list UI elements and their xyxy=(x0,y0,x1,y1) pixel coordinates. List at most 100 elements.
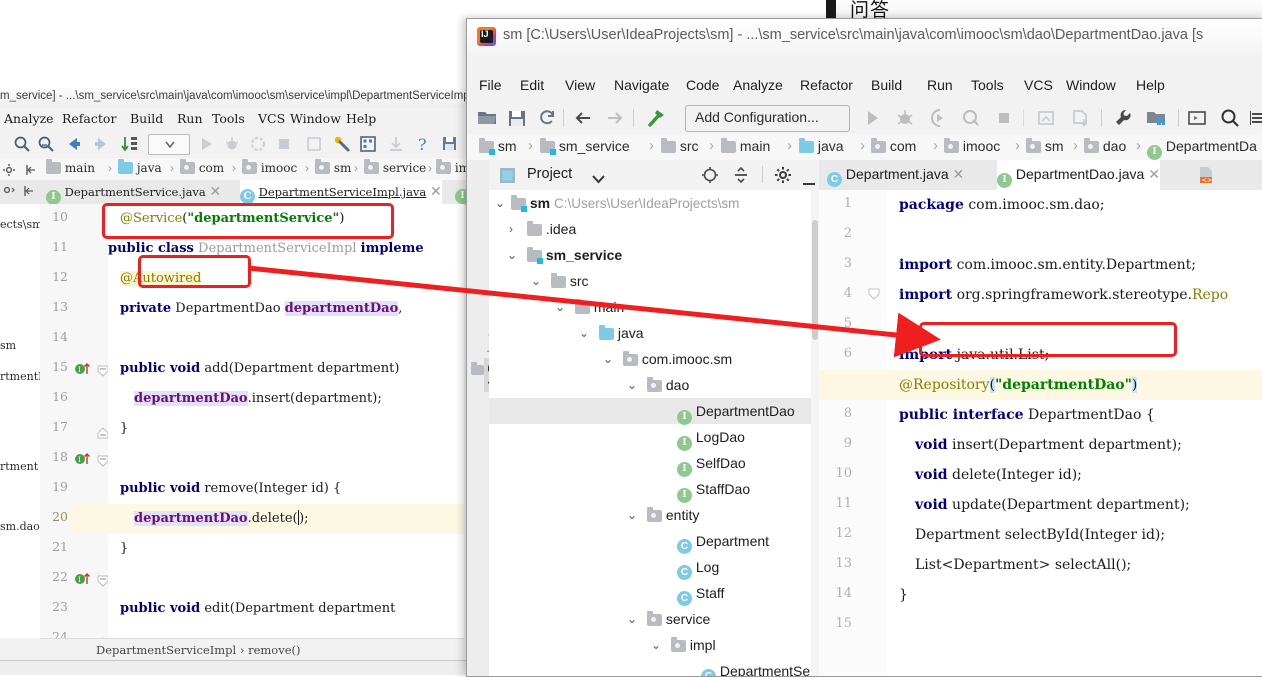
menu-window[interactable]: Window xyxy=(1066,77,1116,93)
menu-help[interactable]: Help xyxy=(1136,77,1165,93)
project-structure-icon[interactable] xyxy=(358,134,378,154)
tree-node-main[interactable]: ⌄ main xyxy=(555,294,624,320)
sync-icon[interactable] xyxy=(536,107,558,134)
fg-breadcrumb-main[interactable]: main xyxy=(721,138,770,154)
fg-code-line-6[interactable]: import java.util.List; xyxy=(899,340,1049,370)
fg-breadcrumb-dao[interactable]: dao xyxy=(1084,138,1126,154)
background-status-bar[interactable]: DepartmentServiceImpl › remove() xyxy=(40,638,464,661)
chevron-right-icon[interactable]: › xyxy=(509,216,513,242)
run-config-dropdown[interactable] xyxy=(148,134,190,155)
tree-node-service[interactable]: ⌄ service xyxy=(627,606,710,632)
fg-breadcrumb-imooc[interactable]: imooc xyxy=(944,138,1000,154)
project-panel-header[interactable]: Project xyxy=(489,160,819,191)
menu-analyze[interactable]: Analyze xyxy=(4,111,54,126)
fg-code-line-7[interactable]: @Repository("departmentDao") xyxy=(899,370,1138,400)
chevron-down-icon[interactable]: ⌄ xyxy=(579,320,589,346)
breadcrumb-java[interactable]: java xyxy=(118,159,162,175)
chevron-down-icon[interactable]: ⌄ xyxy=(507,242,517,268)
menu-view[interactable]: View xyxy=(565,77,595,93)
tree-node-entity[interactable]: ⌄ entity xyxy=(627,502,699,528)
code-line-23[interactable]: public void edit(Department department xyxy=(120,594,395,624)
tree-node-departmentdao[interactable]: I DepartmentDao xyxy=(489,398,819,425)
breadcrumb-main[interactable]: main xyxy=(46,159,95,175)
chevron-down-icon[interactable]: ⌄ xyxy=(495,190,505,216)
chevron-down-icon[interactable]: ⌄ xyxy=(603,346,613,372)
tree-scrollbar-thumb[interactable] xyxy=(812,220,818,340)
chevron-down-icon[interactable]: ⌄ xyxy=(627,372,637,398)
collapse-all-icon[interactable] xyxy=(732,166,750,189)
settings-wrench-icon[interactable] xyxy=(1112,107,1134,134)
sort-icon[interactable] xyxy=(120,134,140,154)
background-idea-window[interactable]: m_service] - ...\sm_service\src\main\jav… xyxy=(0,88,471,675)
tabs-settings-icon[interactable] xyxy=(2,183,16,204)
background-status-breadcrumb[interactable]: DepartmentServiceImpl › remove() xyxy=(96,643,301,657)
project-tree[interactable]: ⌄ sm C:\Users\User\IdeaProjects\sm › .id… xyxy=(489,190,819,676)
menu-run[interactable]: Run xyxy=(177,111,203,126)
breadcrumb-service[interactable]: service xyxy=(364,159,426,175)
add-configuration-button[interactable]: Add Configuration... xyxy=(685,105,850,132)
background-editor[interactable]: 10 11 12 13 14 15 16 17 18 19 20 21 22 2… xyxy=(40,204,464,675)
background-menu-bar[interactable]: Analyze Refactor Build Run Tools VCS Win… xyxy=(0,108,470,130)
tree-node-departmentserviceimpl[interactable]: C DepartmentServ xyxy=(701,658,819,676)
menu-navigate[interactable]: Navigate xyxy=(614,77,669,93)
menu-code[interactable]: Code xyxy=(686,77,719,93)
foreground-gutter[interactable] xyxy=(859,190,888,676)
background-tool-bar[interactable]: ? xyxy=(0,130,470,159)
chevron-down-icon[interactable]: ⌄ xyxy=(531,268,541,294)
menu-vcs[interactable]: VCS xyxy=(258,111,285,126)
chevron-down-icon[interactable]: ⌄ xyxy=(627,502,637,528)
project-tool-window[interactable]: Project ⌄ sm C:\Users\User\IdeaProjects\… xyxy=(489,160,819,676)
menu-analyze[interactable]: Analyze xyxy=(733,77,783,93)
fg-code-line-14[interactable]: } xyxy=(899,580,908,610)
fg-breadcrumb-departmentdao[interactable]: I DepartmentDa xyxy=(1147,138,1257,160)
menu-vcs[interactable]: VCS xyxy=(1024,77,1053,93)
back-icon[interactable] xyxy=(64,134,84,154)
tree-scrollbar-track[interactable] xyxy=(811,190,819,676)
code-line-20[interactable]: departmentDao.delete(); xyxy=(134,504,309,534)
save-all-icon[interactable] xyxy=(440,134,460,154)
save-icon[interactable] xyxy=(506,107,528,134)
fg-code-line-12[interactable]: Department selectById(Integer id); xyxy=(915,520,1165,550)
tree-node-src[interactable]: ⌄ src xyxy=(531,268,589,294)
menu-help[interactable]: Help xyxy=(346,111,376,126)
foreground-breadcrumb-bar[interactable]: sm › sm_service › src › main › java › co… xyxy=(467,134,1262,161)
fg-code-line-11[interactable]: void update(Department department); xyxy=(915,490,1190,520)
tree-node-com-imooc-sm[interactable]: ⌄ com.imooc.sm xyxy=(603,346,732,372)
project-structure-icon[interactable] xyxy=(1145,107,1167,134)
breadcrumb-sm[interactable]: sm xyxy=(315,159,351,175)
settings-gear-icon[interactable] xyxy=(774,166,792,189)
fg-breadcrumb-src[interactable]: src xyxy=(661,138,699,154)
tree-node-department[interactable]: C Department xyxy=(677,528,769,554)
hammer-icon[interactable] xyxy=(645,107,667,134)
tree-node-sm-service[interactable]: ⌄ sm_service xyxy=(507,242,622,268)
minimize-icon[interactable] xyxy=(802,173,816,191)
background-title-bar[interactable]: m_service] - ...\sm_service\src\main\jav… xyxy=(0,88,470,108)
open-folder-icon[interactable] xyxy=(476,107,498,134)
menu-refactor[interactable]: Refactor xyxy=(62,111,116,126)
override-marker-icon[interactable]: I xyxy=(74,451,94,472)
override-marker-icon[interactable]: I xyxy=(74,571,94,592)
chevron-down-icon[interactable] xyxy=(592,171,605,189)
foreground-editor-tabs[interactable]: C Department.java ✕ I DepartmentDao.java… xyxy=(819,160,1262,196)
background-editor-tabs[interactable]: I DepartmentService.java ✕ C DepartmentS… xyxy=(0,180,470,210)
code-line-21[interactable]: } xyxy=(120,534,128,564)
terminal-icon[interactable] xyxy=(1186,107,1208,134)
menu-build[interactable]: Build xyxy=(130,111,163,126)
tree-node-log[interactable]: C Log xyxy=(677,554,719,580)
background-breadcrumb-bar[interactable]: main › java › com › imooc › sm › service… xyxy=(0,158,470,180)
fg-breadcrumb-sm2[interactable]: sm xyxy=(1026,138,1064,154)
menu-run[interactable]: Run xyxy=(927,77,953,93)
background-code-area[interactable]: @Service("departmentService") public cla… xyxy=(72,204,464,675)
foreground-editor[interactable]: C Department.java ✕ I DepartmentDao.java… xyxy=(819,160,1262,676)
menu-build[interactable]: Build xyxy=(871,77,902,93)
menu-file[interactable]: File xyxy=(479,77,502,93)
background-gutter-marks[interactable]: I I I I xyxy=(72,204,109,649)
tabs-collapse-icon[interactable] xyxy=(22,183,36,204)
foreground-idea-window[interactable]: IJ sm [C:\Users\User\IdeaProjects\sm] - … xyxy=(466,18,1262,677)
foreground-title-bar[interactable]: IJ sm [C:\Users\User\IdeaProjects\sm] - … xyxy=(467,19,1262,55)
menu-window[interactable]: Window xyxy=(290,111,341,126)
code-line-16[interactable]: departmentDao.insert(department); xyxy=(134,384,382,414)
chevron-down-icon[interactable]: ⌄ xyxy=(627,606,637,632)
tree-node-staff[interactable]: C Staff xyxy=(677,580,724,606)
search-everywhere-icon[interactable] xyxy=(1219,107,1241,134)
